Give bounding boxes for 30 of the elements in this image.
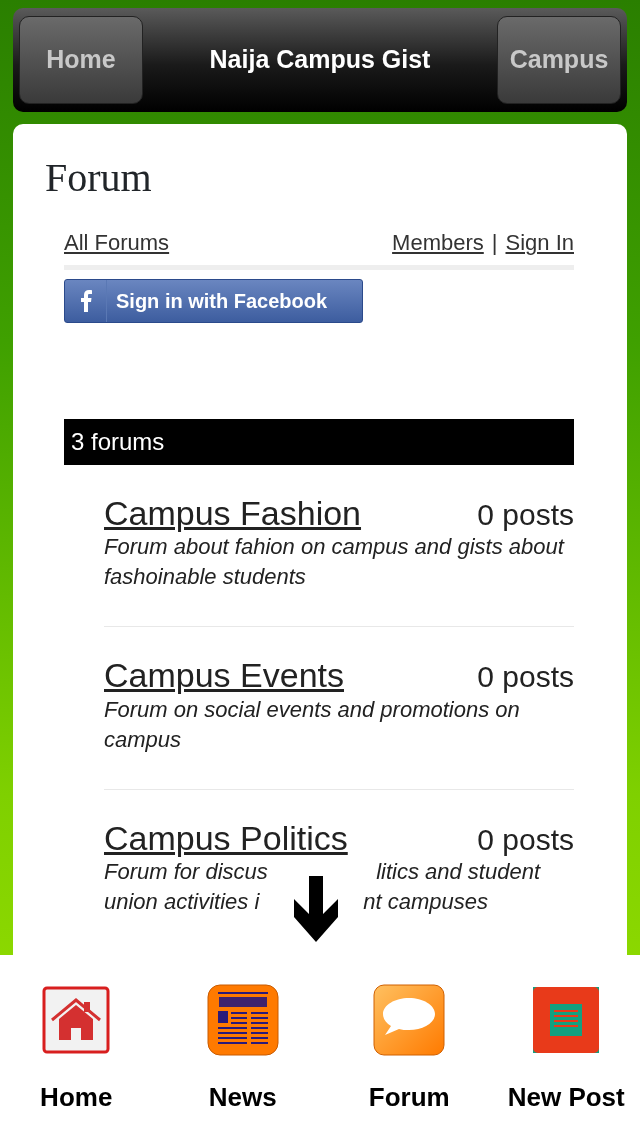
tab-label[interactable]: Forum	[368, 1078, 450, 1117]
home-icon[interactable]	[42, 986, 111, 1054]
post-count: 0 posts	[477, 660, 574, 694]
post-count: 0 posts	[477, 822, 574, 856]
newspaper-icon[interactable]	[206, 984, 279, 1056]
forum-title-link[interactable]: Campus Events	[104, 657, 344, 695]
speech-bubble-icon[interactable]	[373, 984, 446, 1056]
campus-button[interactable]: Campus	[497, 16, 621, 104]
home-button[interactable]: Home	[19, 16, 143, 104]
sign-in-link[interactable]: Sign In	[505, 226, 574, 259]
forum-description: Forum about fahion on campus and gists about fashoinable students	[104, 533, 566, 592]
facebook-sign-in-button[interactable]: Sign in with Facebook	[64, 279, 363, 323]
forum-description: Forum on social events and promotions on campus	[104, 695, 521, 754]
facebook-icon	[79, 290, 92, 312]
tab-label[interactable]: New Post	[507, 1078, 625, 1117]
forum-description: union activities i	[104, 888, 260, 917]
all-forums-link[interactable]: All Forums	[64, 226, 170, 259]
forum-title-link[interactable]: Campus Politics	[104, 819, 348, 858]
app-title: Naija Campus Gist	[209, 44, 431, 76]
forum-title-link[interactable]: Campus Fashion	[104, 495, 361, 533]
forum-description: Forum for discus	[104, 858, 268, 887]
members-link[interactable]: Members	[392, 226, 484, 259]
forums-count-bar: 3 forums	[64, 419, 574, 465]
tab-label[interactable]: Home	[40, 1078, 113, 1117]
forum-description: litics and student	[376, 858, 540, 887]
post-count: 0 posts	[477, 498, 574, 531]
link-separator: |	[491, 229, 498, 257]
page-title: Forum	[45, 154, 153, 202]
forum-description: nt campuses	[363, 888, 488, 917]
tab-label[interactable]: News	[208, 1078, 277, 1117]
